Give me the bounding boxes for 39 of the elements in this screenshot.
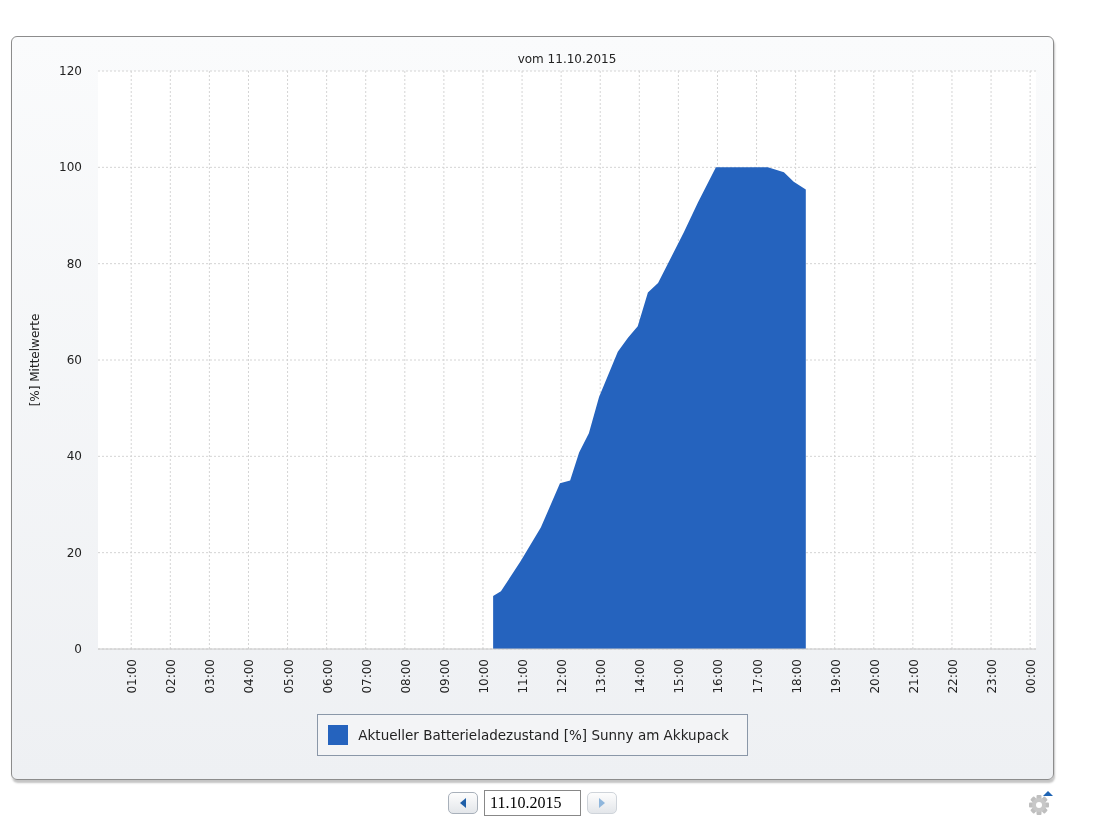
x-tick-label: 10:00 — [476, 659, 491, 694]
x-tick-label: 13:00 — [593, 659, 608, 694]
y-tick-label: 40 — [66, 449, 82, 464]
x-tick-label: 19:00 — [828, 659, 843, 694]
x-tick-label: 17:00 — [750, 659, 765, 694]
x-tick-label: 21:00 — [906, 659, 921, 694]
x-tick-label: 15:00 — [671, 659, 686, 694]
y-axis-title: [%] Mittelwerte — [27, 313, 42, 407]
previous-day-button[interactable] — [448, 792, 478, 814]
x-tick-label: 14:00 — [632, 659, 647, 694]
y-tick-label: 100 — [58, 160, 82, 175]
x-tick-label: 12:00 — [554, 659, 569, 694]
chart-title: vom 11.10.2015 — [517, 52, 616, 66]
left-arrow-icon — [459, 798, 467, 808]
x-tick-label: 03:00 — [202, 659, 217, 694]
x-tick-label: 22:00 — [945, 659, 960, 694]
x-tick-label: 00:00 — [1023, 659, 1038, 694]
x-tick-label: 16:00 — [710, 659, 725, 694]
legend-label: Aktueller Batterieladezustand [%] Sunny am Akkupack — [358, 727, 729, 743]
x-tick-label: 08:00 — [398, 659, 413, 694]
x-tick-label: 09:00 — [437, 659, 452, 694]
x-tick-label: 05:00 — [281, 659, 296, 694]
x-tick-label: 11:00 — [515, 659, 530, 694]
x-tick-label: 06:00 — [320, 659, 335, 694]
x-tick-label: 23:00 — [984, 659, 999, 694]
date-field[interactable]: 11.10.2015 — [484, 790, 581, 816]
y-tick-label: 120 — [58, 64, 82, 78]
x-tick-label: 18:00 — [789, 659, 804, 694]
x-tick-label: 04:00 — [241, 659, 256, 694]
y-tick-label: 60 — [66, 353, 82, 367]
x-tick-label: 07:00 — [359, 659, 374, 694]
settings-icon[interactable] — [1028, 790, 1054, 816]
y-tick-label: 80 — [66, 256, 82, 271]
x-tick-label: 01:00 — [124, 659, 139, 694]
right-arrow-icon — [598, 798, 606, 808]
y-tick-label: 20 — [66, 545, 82, 560]
x-tick-label: 02:00 — [163, 659, 178, 694]
x-tick-label: 20:00 — [867, 659, 882, 694]
y-tick-label: 0 — [73, 642, 82, 656]
